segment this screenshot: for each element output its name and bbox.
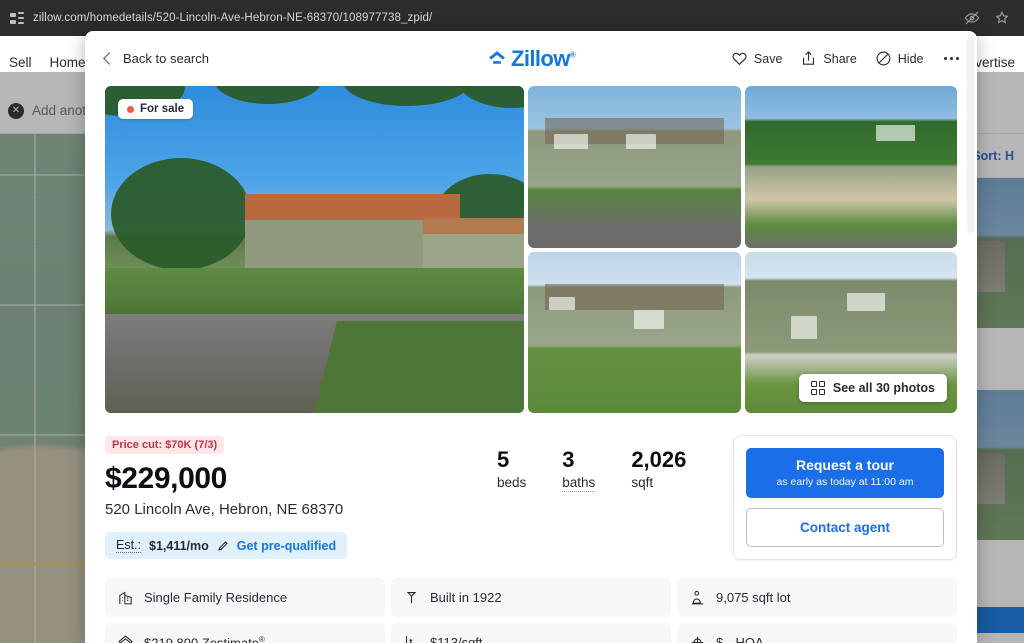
mortgage-estimate-pill[interactable]: Est.: $1,411/mo Get pre-qualified [105,532,348,559]
baths-label[interactable]: baths [562,475,596,492]
fact-chip-grid: Single Family Residence Built in 1922 9,… [85,560,977,643]
fact-chip-year-built: Built in 1922 [391,578,671,617]
back-to-search-label: Back to search [123,51,209,66]
price-sqft-icon [403,634,420,643]
modal-scrollbar-thumb[interactable] [967,37,974,233]
heart-icon [731,50,748,67]
beds-label: beds [497,475,527,490]
building-icon [117,589,134,606]
save-button[interactable]: Save [731,50,783,67]
thumbnail-photo[interactable] [528,251,741,413]
modal-header-actions: Save Share Hide [731,50,961,67]
sqft-label: sqft [631,475,654,490]
zestimate-icon [117,634,134,643]
thumbnail-photo[interactable]: See all 30 photos [744,251,957,413]
fact-chip-label: 9,075 sqft lot [716,590,791,605]
get-prequalified-link[interactable]: Get pre-qualified [237,539,336,553]
sqft-fact: 2,026 sqft [631,447,686,560]
fact-chip-label: Single Family Residence [144,590,288,605]
lot-area-icon [689,589,706,606]
fact-chip-label: $219,800 Zestimate® [144,634,265,643]
bookmark-star-icon[interactable] [994,10,1010,26]
property-summary: Price cut: $70K (7/3) $229,000 520 Linco… [85,413,977,560]
hide-label: Hide [897,51,924,66]
page-info-icon[interactable] [10,11,25,26]
chevron-left-icon [103,52,116,65]
estimate-value: $1,411/mo [149,538,209,553]
bg-nav-item-sell[interactable]: Sell [0,55,41,70]
zillow-wordmark: Zillow® [510,45,576,71]
hide-button[interactable]: Hide [875,50,924,67]
fact-chip-label: $-- HOA [716,635,764,643]
request-tour-label: Request a tour [795,457,894,473]
zillow-logo: Zillow® [471,46,591,72]
thumbnail-photo[interactable] [744,86,957,248]
request-tour-subtitle: as early as today at 11:00 am [776,476,914,488]
hero-photo[interactable]: For sale [105,86,524,413]
fact-chip-lot-size: 9,075 sqft lot [677,578,957,617]
key-facts: 5 beds 3 baths 2,026 sqft [497,435,686,560]
cta-card: Request a tour as early as today at 11:0… [733,435,957,560]
baths-value: 3 [562,447,575,472]
fact-chip-zestimate: $219,800 Zestimate® [105,623,385,643]
share-label: Share [823,51,857,66]
sqft-value: 2,026 [631,447,687,472]
zillow-house-icon [487,49,507,69]
status-badge-label: For sale [140,103,185,115]
url-text: zillow.com/homedetails/520-Lincoln-Ave-H… [33,12,433,24]
status-dot-icon [127,105,134,113]
modal-header: Back to search Zillow® Save Share Hide [85,31,977,86]
beds-fact: 5 beds [497,447,526,560]
fact-chip-label: Built in 1922 [430,590,502,605]
status-badge: For sale [118,99,194,119]
fact-chip-home-type: Single Family Residence [105,578,385,617]
fact-chip-label: $113/sqft [430,635,483,643]
url-input[interactable]: zillow.com/homedetails/520-Lincoln-Ave-H… [10,5,964,31]
beds-value: 5 [497,447,510,472]
pencil-icon[interactable] [217,540,229,552]
thumbnail-grid: See all 30 photos [528,86,957,413]
see-all-photos-button[interactable]: See all 30 photos [798,374,947,402]
share-upload-icon [800,50,817,67]
hammer-icon [403,589,420,606]
see-all-photos-label: See all 30 photos [832,381,935,395]
back-to-search-button[interactable]: Back to search [103,51,209,66]
circle-slash-icon [875,50,892,67]
share-button[interactable]: Share [800,50,857,67]
request-a-tour-button[interactable]: Request a tour as early as today at 11:0… [746,448,944,498]
thumbnail-photo[interactable] [528,86,741,248]
photo-gallery: For sale See all 30 photos [85,86,977,413]
listing-price: $229,000 [105,462,227,495]
eye-slash-icon[interactable] [964,10,980,26]
save-label: Save [753,51,783,66]
modal-scrollbar[interactable] [967,37,974,637]
price-cut-badge: Price cut: $70K (7/3) [105,436,225,454]
property-address: 520 Lincoln Ave, Hebron, NE 68370 [105,501,344,518]
contact-agent-button[interactable]: Contact agent [746,508,944,547]
hoa-icon [689,634,706,643]
baths-fact: 3 baths [562,447,596,560]
photo-grid-icon [810,381,825,395]
more-horizontal-icon[interactable] [942,53,962,65]
fact-chip-price-per-sqft: $113/sqft [391,623,671,643]
fact-chip-hoa: $-- HOA [677,623,957,643]
property-detail-modal: Back to search Zillow® Save Share Hide F… [85,31,977,643]
estimate-label: Est.: [116,538,142,553]
